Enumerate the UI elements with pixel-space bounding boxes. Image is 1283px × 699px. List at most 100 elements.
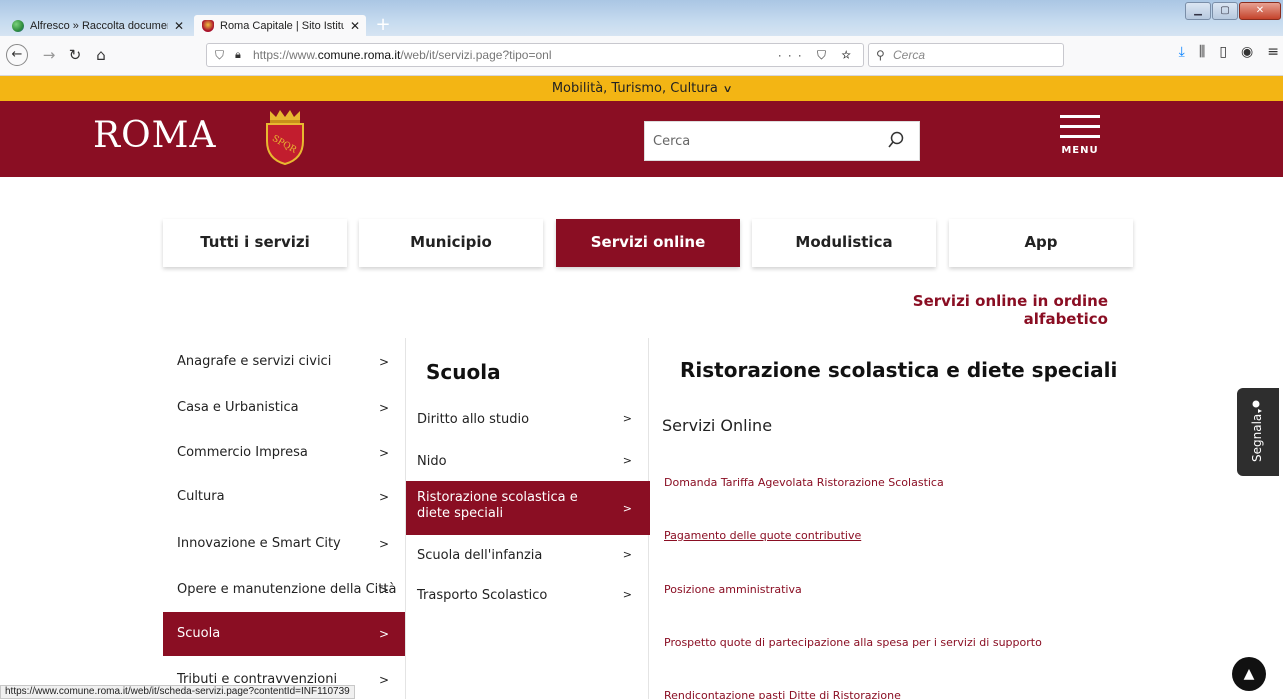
hamburger-icon-bar — [1060, 135, 1100, 138]
hamburger-menu-icon[interactable]: ≡ — [1267, 44, 1279, 60]
browser-tools: ⤓ ⫼ ▯ ◉ ≡ — [1179, 44, 1279, 60]
minimize-button[interactable]: ▁ — [1185, 2, 1211, 20]
browser-search-field[interactable]: ⚲ Cerca — [868, 43, 1064, 67]
service-link[interactable]: Rendicontazione pasti Ditte di Ristorazi… — [664, 689, 901, 699]
category-label: Commercio Impresa — [177, 445, 308, 460]
site-search-input[interactable] — [645, 122, 875, 160]
subcategory-item[interactable]: Trasporto Scolastico > — [406, 588, 650, 603]
window-controls: ▁ ▢ ✕ — [1185, 2, 1281, 22]
subcategory-item[interactable]: Diritto allo studio > — [406, 412, 650, 427]
roma-favicon-icon — [202, 20, 214, 32]
subcategory-label: Ristorazione scolastica e diete speciali — [417, 490, 578, 521]
page-actions-icon[interactable]: ··· ⛉ ☆ — [778, 44, 857, 66]
chevron-right-icon: > — [378, 490, 389, 504]
tab-close-icon[interactable]: ✕ — [174, 15, 184, 37]
tab-tutti-i-servizi[interactable]: Tutti i servizi — [163, 219, 347, 267]
maximize-button[interactable]: ▢ — [1212, 2, 1238, 20]
new-tab-button[interactable]: + — [372, 14, 394, 36]
tab-label: Alfresco » Raccolta documenti — [30, 20, 168, 32]
chevron-right-icon: > — [378, 355, 389, 369]
subcategory-label: Diritto allo studio — [417, 412, 530, 427]
category-item-selected[interactable]: Scuola > — [163, 612, 405, 656]
sidebar-icon[interactable]: ▯ — [1219, 44, 1227, 60]
chevron-right-icon: > — [622, 454, 632, 467]
subcategory-label: Nido — [417, 454, 447, 469]
tab-app[interactable]: App — [949, 219, 1133, 267]
category-item[interactable]: Cultura > — [163, 475, 405, 519]
chevron-right-icon: > — [378, 401, 389, 415]
account-icon[interactable]: ◉ — [1241, 44, 1253, 60]
subcategory-item-selected[interactable]: Ristorazione scolastica e diete speciali… — [406, 481, 650, 535]
browser-toolbar: ← → ↻ ⌂ ⛉ 🔒︎ https://www.comune.roma.it/… — [0, 36, 1283, 76]
location-pin-icon — [1252, 400, 1262, 413]
chevron-right-icon: > — [378, 673, 389, 687]
url-text[interactable]: https://www.comune.roma.it/web/it/serviz… — [253, 44, 551, 66]
category-item[interactable]: Opere e manutenzione della Città > — [163, 568, 405, 612]
category-label: Innovazione e Smart City — [177, 536, 341, 551]
search-icon[interactable] — [887, 131, 905, 149]
home-icon[interactable]: ⌂ — [90, 44, 112, 66]
menu-button[interactable]: MENU — [1058, 111, 1102, 167]
category-label: Opere e manutenzione della Città — [177, 582, 397, 597]
site-header: ROMA SPQR MENU — [0, 101, 1283, 177]
tab-municipio[interactable]: Municipio — [359, 219, 543, 267]
service-link[interactable]: Domanda Tariffa Agevolata Ristorazione S… — [664, 476, 944, 489]
browser-tab-roma[interactable]: Roma Capitale | Sito Istituzionale ✕ — [194, 15, 366, 37]
chevron-right-icon: > — [378, 446, 389, 460]
main-tabs: Tutti i servizi Municipio Servizi online… — [163, 219, 1133, 267]
reload-icon[interactable]: ↻ — [64, 44, 86, 66]
library-icon[interactable]: ⫼ — [1199, 44, 1205, 60]
close-window-button[interactable]: ✕ — [1239, 2, 1281, 20]
subcategory-label: Scuola dell'infanzia — [417, 548, 543, 563]
chevron-right-icon: > — [622, 412, 632, 425]
subcategory-item[interactable]: Scuola dell'infanzia > — [406, 548, 650, 563]
content-title: Ristorazione scolastica e diete speciali — [680, 358, 1118, 382]
chevron-right-icon: > — [378, 583, 389, 597]
tab-label: Roma Capitale | Sito Istituzionale — [220, 20, 344, 32]
roma-logo[interactable]: ROMA — [93, 115, 216, 156]
search-placeholder: Cerca — [893, 48, 926, 62]
service-link[interactable]: Posizione amministrativa — [664, 583, 802, 596]
hamburger-icon-bar — [1060, 125, 1100, 128]
category-item[interactable]: Innovazione e Smart City > — [163, 522, 405, 566]
alfresco-favicon-icon — [12, 20, 24, 32]
tab-servizi-online[interactable]: Servizi online — [556, 219, 740, 267]
segnala-label: Segnala — [1250, 413, 1264, 462]
category-item[interactable]: Commercio Impresa > — [163, 431, 405, 475]
back-arrow-icon[interactable]: ← — [6, 44, 28, 66]
category-item[interactable]: Anagrafe e servizi civici > — [163, 340, 405, 384]
download-icon[interactable]: ⤓ — [1179, 44, 1185, 60]
chevron-down-icon[interactable]: ∨ — [722, 77, 732, 102]
chevron-right-icon: > — [622, 588, 632, 601]
lock-icon[interactable]: 🔒︎ — [235, 44, 241, 66]
menu-label: MENU — [1061, 145, 1099, 156]
tab-modulistica[interactable]: Modulistica — [752, 219, 936, 267]
subcategory-item[interactable]: Nido > — [406, 454, 650, 469]
alphabetical-services-link[interactable]: Servizi online in ordine alfabetico — [850, 292, 1108, 328]
chevron-right-icon: > — [378, 537, 389, 551]
category-label: Casa e Urbanistica — [177, 400, 299, 415]
chevron-right-icon: > — [378, 627, 389, 641]
top-strip-label[interactable]: Mobilità, Turismo, Cultura — [552, 81, 718, 96]
service-link[interactable]: Pagamento delle quote contributive — [664, 529, 861, 542]
forward-arrow-icon[interactable]: → — [38, 44, 60, 66]
scroll-to-top-button[interactable]: ▲ — [1232, 657, 1266, 691]
roma-crest-icon[interactable]: SPQR — [262, 109, 308, 165]
subcategory-title: Scuola — [426, 360, 501, 384]
chevron-right-icon: > — [622, 502, 632, 515]
url-bar[interactable]: ⛉ 🔒︎ https://www.comune.roma.it/web/it/s… — [206, 43, 864, 67]
browser-tab-strip: Alfresco » Raccolta documenti ✕ Roma Cap… — [0, 0, 1283, 37]
category-item[interactable]: Casa e Urbanistica > — [163, 386, 405, 430]
segnala-button[interactable]: Segnala — [1237, 388, 1279, 476]
content-subtitle: Servizi Online — [662, 416, 773, 435]
search-icon: ⚲ — [876, 48, 885, 62]
category-label: Anagrafe e servizi civici — [177, 354, 332, 369]
browser-tab-alfresco[interactable]: Alfresco » Raccolta documenti ✕ — [4, 15, 190, 37]
tracking-shield-icon[interactable]: ⛉ — [215, 44, 224, 66]
tab-close-icon[interactable]: ✕ — [350, 15, 360, 37]
chevron-right-icon: > — [622, 548, 632, 561]
service-link[interactable]: Prospetto quote di partecipazione alla s… — [664, 636, 1042, 649]
top-strip[interactable]: Mobilità, Turismo, Cultura ∨ — [0, 76, 1283, 101]
subcategory-list: Scuola Diritto allo studio > Nido > Ristor… — [405, 338, 650, 699]
site-search-box — [644, 121, 920, 161]
